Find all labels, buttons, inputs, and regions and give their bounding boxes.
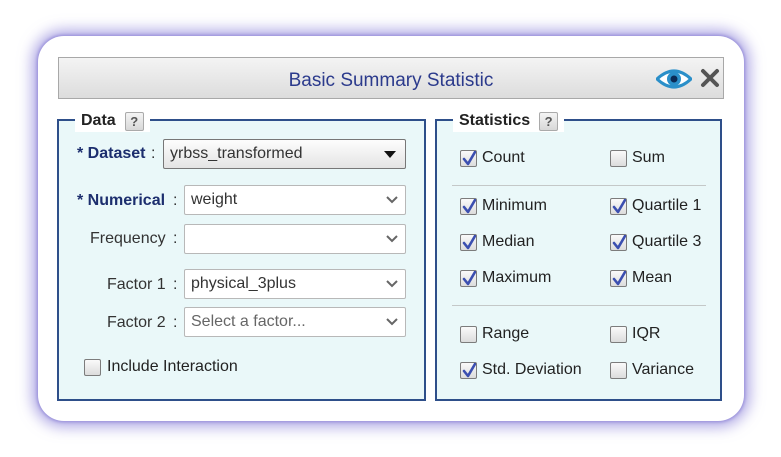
factor1-value: physical_3plus <box>191 275 296 292</box>
median-label: Median <box>482 233 535 250</box>
factor2-label: Factor 2 <box>107 314 166 331</box>
numerical-colon: : <box>173 192 178 209</box>
mean-label: Mean <box>632 269 673 286</box>
quartile1-label: Quartile 1 <box>632 197 702 214</box>
minimum-label: Minimum <box>482 197 547 214</box>
statistics-legend: Statistics ? <box>453 110 565 132</box>
median-checkbox[interactable] <box>460 234 477 251</box>
statistics-help-button[interactable]: ? <box>539 111 559 131</box>
check-icon <box>612 199 626 214</box>
dialog-title: Basic Summary Statistic <box>288 70 494 91</box>
include-interaction-label: Include Interaction <box>107 358 238 375</box>
statistics-divider <box>452 185 706 186</box>
chevron-down-icon <box>386 318 398 326</box>
minimum-checkbox[interactable] <box>460 198 477 215</box>
range-checkbox[interactable] <box>460 326 477 343</box>
count-checkbox[interactable] <box>460 150 477 167</box>
check-icon <box>612 271 626 286</box>
check-icon <box>462 199 476 214</box>
quartile3-label: Quartile 3 <box>632 233 702 250</box>
title-bar: Basic Summary Statistic <box>58 57 724 99</box>
frequency-label: Frequency <box>90 230 166 247</box>
chevron-down-icon <box>386 280 398 288</box>
variance-checkbox[interactable] <box>610 362 627 379</box>
include-interaction-checkbox[interactable] <box>84 359 101 376</box>
factor2-select[interactable]: Select a factor... <box>184 307 406 337</box>
std-deviation-checkbox[interactable] <box>460 362 477 379</box>
statistics-divider <box>452 305 706 306</box>
dataset-value: yrbss_transformed <box>170 145 303 162</box>
statistics-panel: Statistics ? Count Sum Minimum Quartile … <box>435 110 722 401</box>
variance-label: Variance <box>632 361 694 378</box>
maximum-label: Maximum <box>482 269 552 286</box>
data-legend: Data ? <box>75 110 150 132</box>
quartile1-checkbox[interactable] <box>610 198 627 215</box>
sum-checkbox[interactable] <box>610 150 627 167</box>
factor1-colon: : <box>173 276 178 293</box>
chevron-down-icon <box>386 196 398 204</box>
dataset-label: * Dataset <box>77 145 146 162</box>
quartile3-checkbox[interactable] <box>610 234 627 251</box>
mean-checkbox[interactable] <box>610 270 627 287</box>
numerical-value: weight <box>191 191 238 208</box>
data-panel: Data ? * Dataset : yrbss_transformed * N… <box>57 110 426 401</box>
close-icon[interactable] <box>700 68 720 93</box>
std-deviation-label: Std. Deviation <box>482 361 582 378</box>
sum-label: Sum <box>632 149 665 166</box>
numerical-label: * Numerical <box>77 192 166 209</box>
dataset-colon: : <box>151 145 156 162</box>
count-label: Count <box>482 149 525 166</box>
factor1-label: Factor 1 <box>107 276 166 293</box>
iqr-label: IQR <box>632 325 661 342</box>
data-legend-label: Data <box>81 112 116 129</box>
check-icon <box>462 151 476 166</box>
check-icon <box>612 235 626 250</box>
frequency-colon: : <box>173 230 178 247</box>
numerical-select[interactable]: weight <box>184 185 406 215</box>
data-help-button[interactable]: ? <box>124 111 144 131</box>
dropdown-triangle-icon <box>384 151 396 158</box>
check-icon <box>462 363 476 378</box>
range-label: Range <box>482 325 530 342</box>
statistics-legend-label: Statistics <box>459 112 531 129</box>
chevron-down-icon <box>386 235 398 243</box>
factor1-select[interactable]: physical_3plus <box>184 269 406 299</box>
iqr-checkbox[interactable] <box>610 326 627 343</box>
maximum-checkbox[interactable] <box>460 270 477 287</box>
factor2-colon: : <box>173 314 178 331</box>
check-icon <box>462 271 476 286</box>
eye-icon[interactable] <box>654 67 694 96</box>
factor2-placeholder: Select a factor... <box>191 313 306 330</box>
check-icon <box>462 235 476 250</box>
dataset-select[interactable]: yrbss_transformed <box>163 139 406 169</box>
frequency-select[interactable] <box>184 224 406 254</box>
